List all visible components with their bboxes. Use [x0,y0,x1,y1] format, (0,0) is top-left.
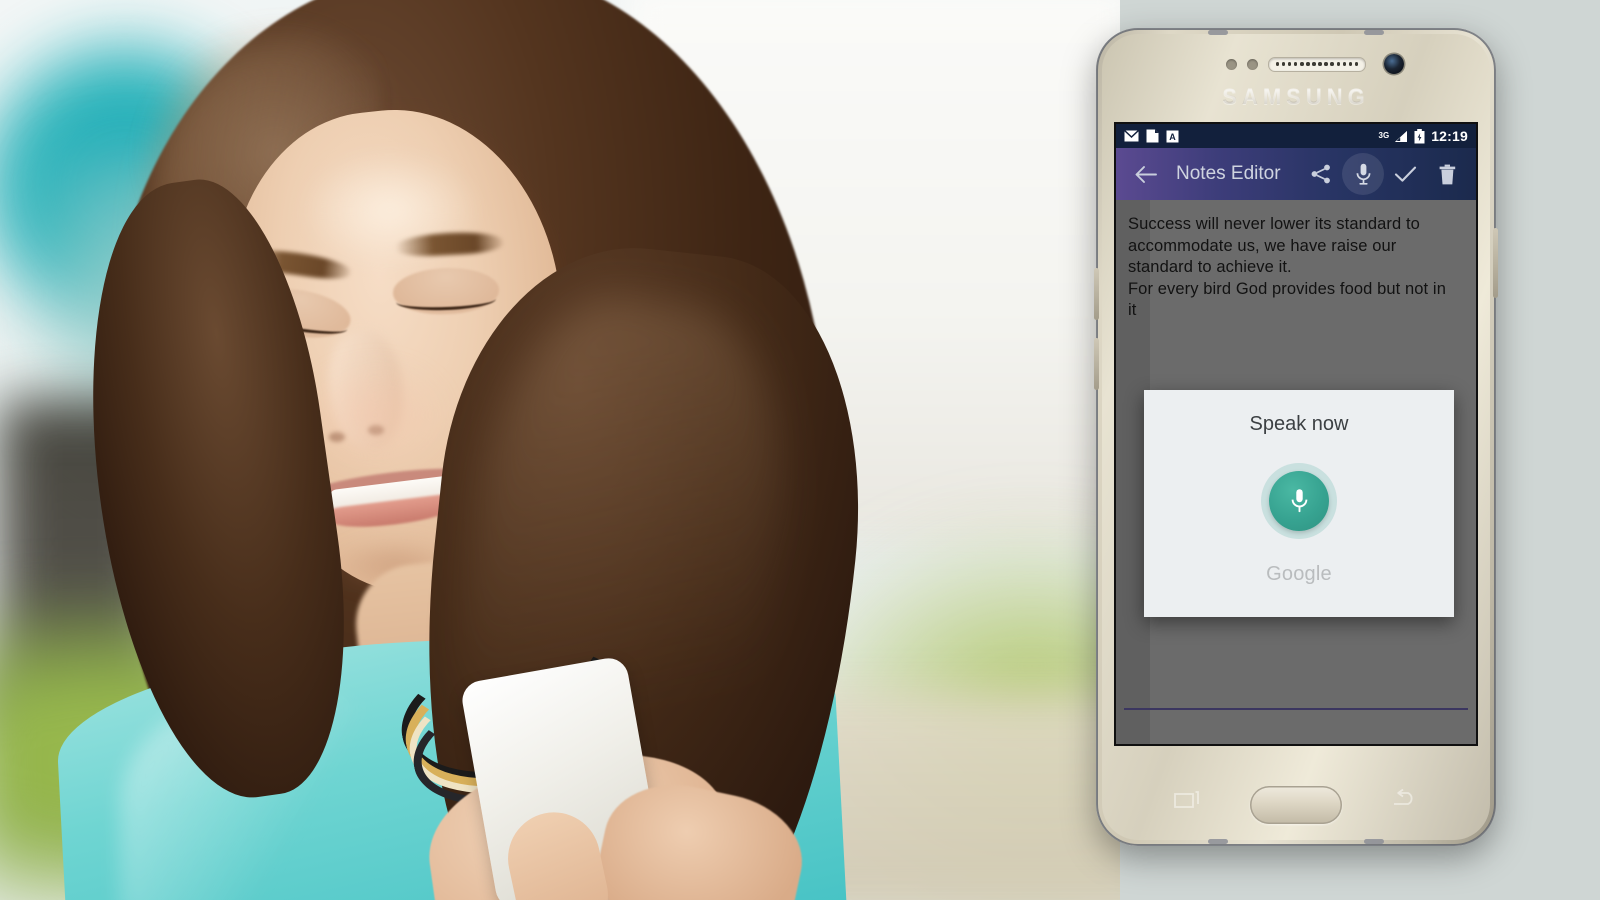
envelope-icon [1124,130,1139,142]
volume-down-button[interactable] [1094,338,1099,390]
samsung-phone-mockup: SAMSUNG A 3G 12:19 Notes Editor Success … [1094,28,1498,846]
note-line: For every bird God provides food but not… [1128,279,1446,298]
network-type-label: 3G [1378,131,1390,140]
note-text[interactable]: Success will never lower its standard to… [1116,200,1476,322]
a-badge-icon: A [1166,130,1179,142]
voice-input-button[interactable] [1342,153,1384,195]
microphone-icon [1356,163,1370,185]
volume-up-button[interactable] [1094,268,1099,320]
status-time: 12:19 [1431,128,1468,144]
toolbar-title: Notes Editor [1176,163,1281,184]
done-button[interactable] [1384,153,1426,195]
trash-icon [1439,164,1455,184]
status-left-icons: A [1124,129,1179,143]
antenna-band-top-left [1208,30,1228,35]
background-photo [0,0,1120,900]
recents-key-icon [1174,791,1199,808]
mic-button-halo [1261,463,1337,539]
back-key-icon [1394,788,1413,805]
share-button[interactable] [1300,153,1342,195]
screenshot-stage: SAMSUNG A 3G 12:19 Notes Editor Success … [0,0,1600,900]
phone-screen: A 3G 12:19 Notes Editor Success will nev… [1116,124,1476,744]
speaker-grille-icon [1268,56,1366,72]
arrow-left-icon [1135,165,1157,183]
speak-now-dialog: Speak now Google [1144,390,1454,617]
sensor-icon [1226,58,1237,70]
note-editor-body[interactable]: Success will never lower its standard to… [1116,200,1476,744]
signal-icon [1395,130,1408,142]
note-line: accommodate us, we have raise our [1128,236,1397,255]
share-icon [1311,164,1330,184]
check-icon [1394,166,1416,182]
back-capacitive-key[interactable] [1392,788,1418,814]
top-sensor-row [1096,56,1496,72]
recents-capacitive-key[interactable] [1174,789,1200,814]
antenna-band-bottom-left [1208,839,1228,844]
delete-button[interactable] [1426,153,1468,195]
battery-icon [1414,128,1425,143]
back-button[interactable] [1124,153,1166,195]
note-line: it [1128,301,1137,319]
camera-icon [1384,54,1404,74]
status-right-icons: 3G 12:19 [1379,128,1468,144]
home-button[interactable] [1250,786,1342,824]
dialog-brand-label: Google [1266,563,1332,585]
microphone-icon [1291,489,1307,513]
dialog-title: Speak now [1249,413,1349,435]
status-bar: A 3G 12:19 [1116,124,1476,148]
proximity-sensor-icon [1247,58,1258,70]
svg-text:A: A [1169,132,1176,142]
phone-brand-label: SAMSUNG [1096,84,1496,110]
antenna-band-top-right [1364,30,1384,35]
antenna-band-bottom-right [1364,839,1384,844]
mic-record-button[interactable] [1269,471,1329,531]
note-line: standard to achieve it. [1128,258,1292,276]
power-button[interactable] [1493,228,1498,298]
app-toolbar: Notes Editor [1116,148,1476,200]
note-line: Success will never lower its standard to [1128,215,1420,233]
note-icon [1146,129,1159,143]
editor-underline [1124,708,1468,710]
